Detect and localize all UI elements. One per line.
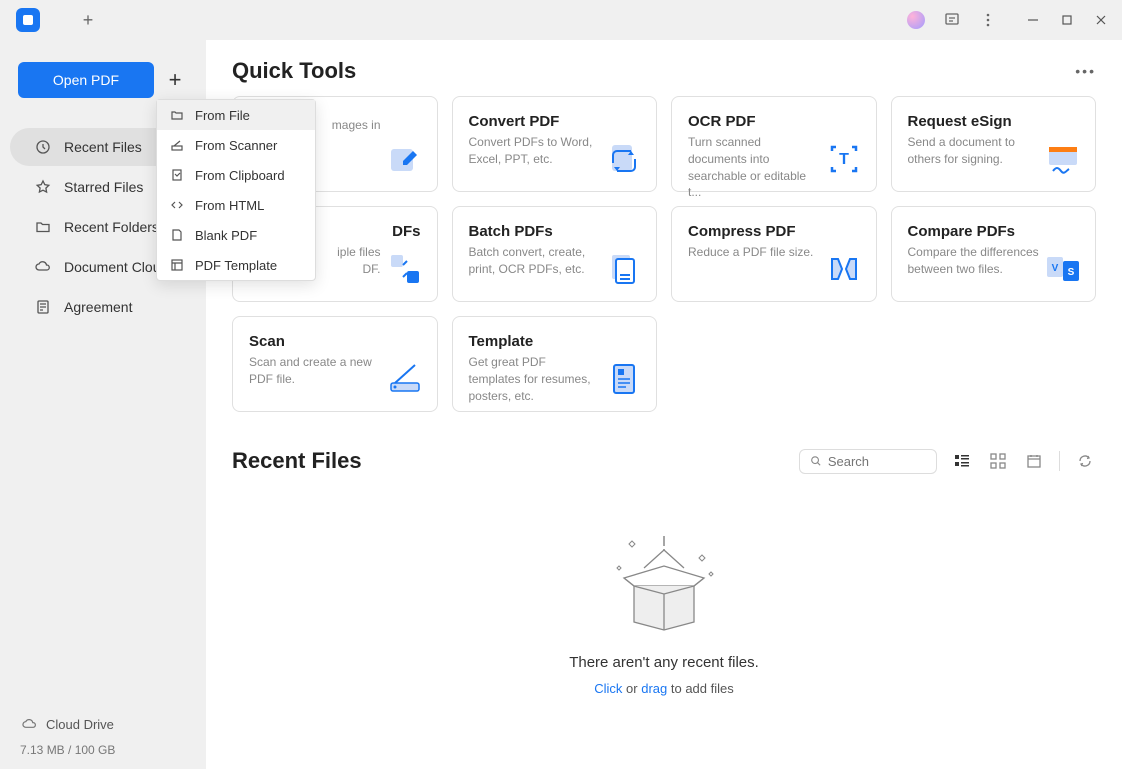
- tool-card-compare[interactable]: Compare PDFs Compare the differences bet…: [891, 206, 1097, 302]
- tool-card-esign[interactable]: Request eSign Send a document to others …: [891, 96, 1097, 192]
- search-icon: [810, 454, 822, 468]
- tool-title: Compare PDFs: [908, 223, 1080, 240]
- grid-view-icon[interactable]: [987, 450, 1009, 472]
- cloud-drive-link[interactable]: Cloud Drive: [20, 715, 186, 733]
- open-pdf-button[interactable]: Open PDF: [18, 62, 154, 98]
- dropdown-label: From Clipboard: [195, 168, 285, 183]
- list-view-icon[interactable]: [951, 450, 973, 472]
- cloud-icon: [20, 715, 38, 733]
- recent-files-title: Recent Files: [232, 448, 362, 474]
- dropdown-label: Blank PDF: [195, 228, 257, 243]
- star-icon: [34, 178, 52, 196]
- ocr-icon: T: [826, 141, 862, 177]
- tool-title: Template: [469, 333, 641, 350]
- dropdown-label: From Scanner: [195, 138, 277, 153]
- empty-state: There aren't any recent files. Click or …: [232, 518, 1096, 696]
- convert-icon: [606, 141, 642, 177]
- sidebar-item-agreement[interactable]: Agreement: [10, 288, 196, 326]
- divider: [1059, 451, 1060, 471]
- document-icon: [34, 298, 52, 316]
- dropdown-label: From HTML: [195, 198, 264, 213]
- folder-icon: [169, 107, 185, 123]
- html-icon: [169, 197, 185, 213]
- drag-link[interactable]: drag: [641, 681, 667, 696]
- combine-icon: [387, 251, 423, 287]
- page-icon: [169, 227, 185, 243]
- dropdown-item-from-file[interactable]: From File: [157, 100, 315, 130]
- clipboard-icon: [169, 167, 185, 183]
- empty-hint: Click or drag to add files: [594, 681, 734, 696]
- scanner-icon: [169, 137, 185, 153]
- add-button[interactable]: +: [162, 62, 188, 98]
- compare-icon: VS: [1045, 251, 1081, 287]
- storage-text: 7.13 MB / 100 GB: [20, 743, 186, 757]
- tool-card-batch[interactable]: Batch PDFs Batch convert, create, print,…: [452, 206, 658, 302]
- app-icon: [16, 8, 40, 32]
- cloud-icon: [34, 258, 52, 276]
- more-icon[interactable]: •••: [1075, 63, 1096, 79]
- clock-icon: [34, 138, 52, 156]
- calendar-view-icon[interactable]: [1023, 450, 1045, 472]
- title-bar: +: [0, 0, 1122, 40]
- tool-title: Batch PDFs: [469, 223, 641, 240]
- dropdown-item-from-clipboard[interactable]: From Clipboard: [157, 160, 315, 190]
- svg-text:T: T: [839, 151, 849, 168]
- maximize-button[interactable]: [1054, 7, 1080, 33]
- dropdown-item-pdf-template[interactable]: PDF Template: [157, 250, 315, 280]
- dropdown-item-blank-pdf[interactable]: Blank PDF: [157, 220, 315, 250]
- tool-title: Request eSign: [908, 113, 1080, 130]
- tool-card-template[interactable]: Template Get great PDF templates for res…: [452, 316, 658, 412]
- search-box[interactable]: [799, 449, 937, 474]
- tool-title: OCR PDF: [688, 113, 860, 130]
- svg-text:S: S: [1068, 267, 1075, 278]
- content: Quick Tools ••• mages in Convert PDF Con…: [206, 40, 1122, 769]
- folder-icon: [34, 218, 52, 236]
- dropdown-item-from-html[interactable]: From HTML: [157, 190, 315, 220]
- quick-tools-title: Quick Tools: [232, 58, 356, 84]
- batch-icon: [606, 251, 642, 287]
- empty-text: There aren't any recent files.: [569, 654, 759, 671]
- compress-icon: [826, 251, 862, 287]
- avatar-icon[interactable]: [904, 8, 928, 32]
- cloud-drive-label: Cloud Drive: [46, 717, 114, 732]
- esign-icon: [1045, 141, 1081, 177]
- sidebar-item-label: Recent Files: [64, 139, 142, 155]
- close-button[interactable]: [1088, 7, 1114, 33]
- new-tab-button[interactable]: +: [76, 8, 100, 32]
- tool-card-convert[interactable]: Convert PDF Convert PDFs to Word, Excel,…: [452, 96, 658, 192]
- scan-icon: [387, 361, 423, 397]
- dropdown-item-from-scanner[interactable]: From Scanner: [157, 130, 315, 160]
- sidebar-item-label: Starred Files: [64, 179, 143, 195]
- click-link[interactable]: Click: [594, 681, 622, 696]
- tool-title: Compress PDF: [688, 223, 860, 240]
- minimize-button[interactable]: [1020, 7, 1046, 33]
- dropdown-label: From File: [195, 108, 250, 123]
- search-input[interactable]: [828, 454, 926, 469]
- refresh-icon[interactable]: [1074, 450, 1096, 472]
- template-icon: [169, 257, 185, 273]
- new-pdf-dropdown: From File From Scanner From Clipboard Fr…: [156, 99, 316, 281]
- tool-card-scan[interactable]: Scan Scan and create a new PDF file.: [232, 316, 438, 412]
- empty-box-icon: [599, 518, 729, 638]
- tool-title: Scan: [249, 333, 421, 350]
- tool-title: Convert PDF: [469, 113, 641, 130]
- kebab-menu-icon[interactable]: [976, 8, 1000, 32]
- sidebar-item-label: Agreement: [64, 299, 132, 315]
- edit-icon: [387, 141, 423, 177]
- feedback-icon[interactable]: [940, 8, 964, 32]
- dropdown-label: PDF Template: [195, 258, 277, 273]
- tool-card-compress[interactable]: Compress PDF Reduce a PDF file size.: [671, 206, 877, 302]
- tool-card-ocr[interactable]: OCR PDF Turn scanned documents into sear…: [671, 96, 877, 192]
- svg-text:V: V: [1052, 263, 1059, 274]
- template-icon: [606, 361, 642, 397]
- sidebar-item-label: Document Cloud: [64, 259, 168, 275]
- sidebar-item-label: Recent Folders: [64, 219, 159, 235]
